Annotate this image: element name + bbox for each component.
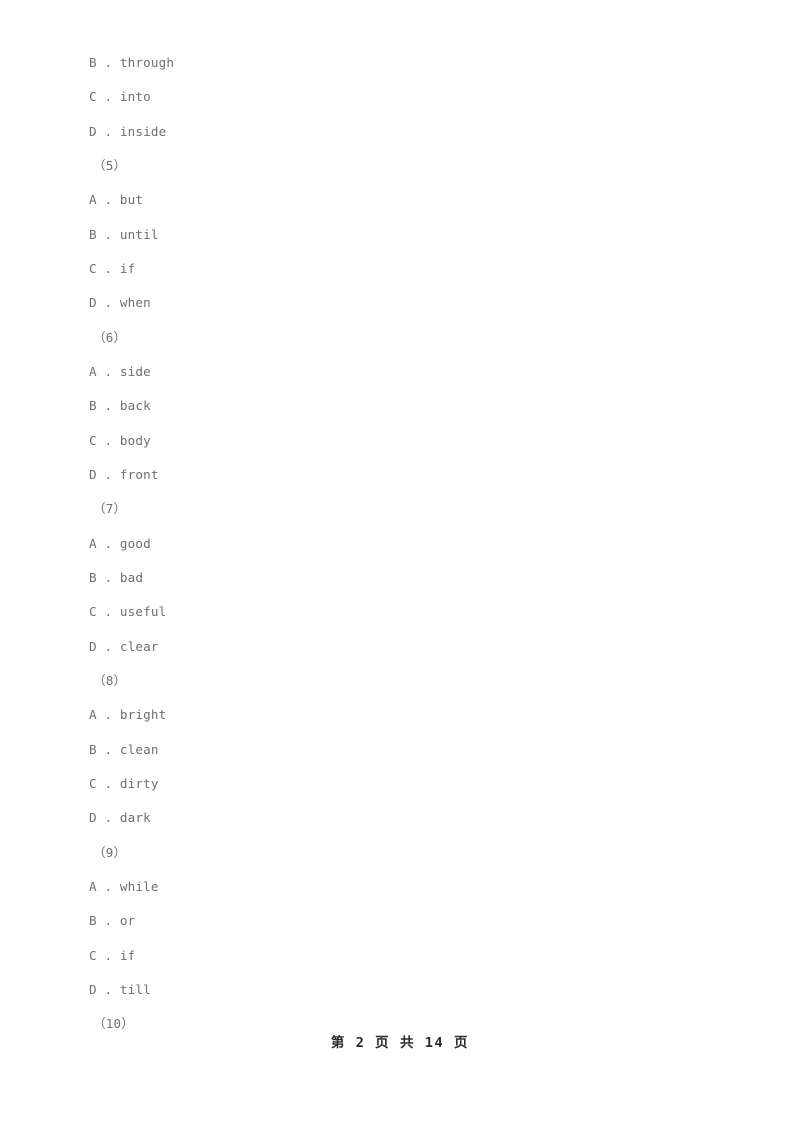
question-number: （6）	[93, 329, 127, 345]
answer-option[interactable]: D . clear	[89, 630, 709, 664]
question-number: （7）	[93, 501, 127, 517]
answer-option[interactable]: B . bad	[89, 561, 709, 595]
answer-option[interactable]: C . dirty	[89, 767, 709, 801]
answer-option[interactable]: C . into	[89, 80, 709, 114]
document-page: B . through C . into D . inside （5） A . but B…	[0, 0, 800, 1132]
answer-option[interactable]: D . inside	[89, 115, 709, 149]
question-number: （8）	[93, 672, 127, 688]
question-number: （9）	[93, 844, 127, 860]
page-number-indicator: 第 2 页 共 14 页	[330, 1035, 470, 1051]
answer-option[interactable]: D . till	[89, 973, 709, 1007]
answer-option[interactable]: A . good	[89, 527, 709, 561]
answer-option[interactable]: D . front	[89, 458, 709, 492]
question-number: （5）	[93, 157, 127, 173]
answer-option[interactable]: C . if	[89, 252, 709, 286]
answer-option[interactable]: B . until	[89, 218, 709, 252]
answer-option[interactable]: B . or	[89, 904, 709, 938]
answer-option[interactable]: A . side	[89, 355, 709, 389]
answer-option[interactable]: A . but	[89, 183, 709, 217]
answer-option[interactable]: A . while	[89, 870, 709, 904]
answer-option[interactable]: C . body	[89, 424, 709, 458]
answer-option[interactable]: B . back	[89, 389, 709, 423]
question-options-list: B . through C . into D . inside （5） A . but B…	[89, 46, 709, 1042]
answer-option[interactable]: C . if	[89, 939, 709, 973]
answer-option[interactable]: D . dark	[89, 801, 709, 835]
answer-option[interactable]: A . bright	[89, 698, 709, 732]
answer-option[interactable]: D . when	[89, 286, 709, 320]
answer-option[interactable]: B . through	[89, 46, 709, 80]
answer-option[interactable]: B . clean	[89, 733, 709, 767]
page-footer: 第 2 页 共 14 页	[0, 1031, 800, 1051]
answer-option[interactable]: C . useful	[89, 595, 709, 629]
